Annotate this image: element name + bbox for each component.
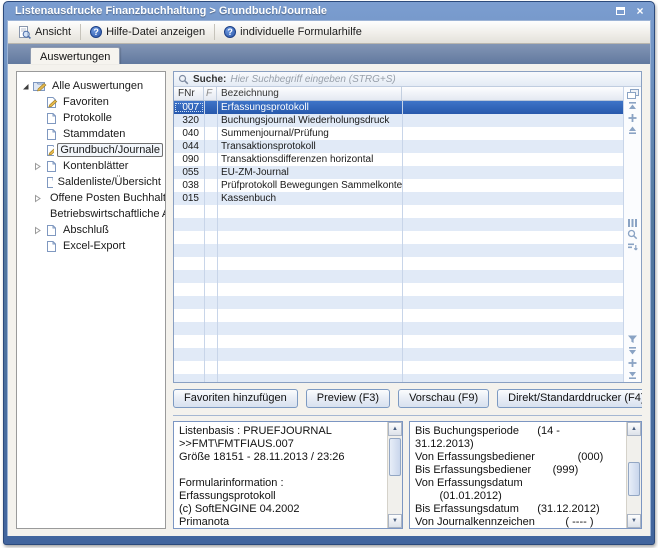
hilfe-datei-button[interactable]: ? Hilfe-Datei anzeigen [84,24,211,40]
parameter-info-text: Bis Buchungsperiode (14 - 31.12.2013) Vo… [410,422,626,528]
table-row[interactable]: 044Transaktionsprotokoll [174,140,623,153]
sidebar-item-betriebswirtschaftliche[interactable]: Betriebswirtschaftliche Auswertungen [19,206,163,222]
list-info-panel: Listenbasis : PRUEFJOURNAL >>FMT\FMTFIAU… [173,421,403,529]
table-row[interactable]: 055EU-ZM-Journal [174,166,623,179]
document-icon [45,176,53,189]
search-input[interactable] [230,74,637,85]
restore-button[interactable] [613,5,627,18]
column-chooser-icon[interactable] [626,88,640,100]
list-tool-strip [623,87,641,382]
tab-auswertungen[interactable]: Auswertungen [30,47,120,64]
document-icon [45,112,58,125]
app-window: Listenausdrucke Finanzbuchhaltung > Grun… [3,1,655,545]
scrollbar-thumb[interactable] [389,438,401,476]
document-pencil-icon [45,144,54,157]
formularhilfe-button[interactable]: ? individuelle Formularhilfe [218,24,368,40]
collapse-plus-icon[interactable] [626,357,640,369]
goto-last-icon[interactable] [626,369,640,381]
tree-collapsed-icon[interactable] [33,162,42,171]
magnifier-icon[interactable] [626,229,640,241]
close-button[interactable]: × [633,5,647,18]
tree-collapsed-icon[interactable] [33,226,42,235]
column-header-empty [402,87,623,100]
favoriten-hinzufuegen-button[interactable]: Favoriten hinzufügen [173,389,298,408]
ansicht-button[interactable]: Ansicht [12,24,77,41]
scrollbar-thumb[interactable] [628,462,640,496]
sidebar-item-alle-auswertungen[interactable]: Alle Auswertungen [19,78,163,94]
restore-icon [616,7,625,15]
expand-plus-icon[interactable] [626,112,640,124]
toolbar: Ansicht ? Hilfe-Datei anzeigen ? individ… [8,21,650,44]
document-pencil-icon [45,96,58,109]
tree-collapsed-icon[interactable] [33,194,42,203]
sidebar-item-stammdaten[interactable]: Stammdaten [19,126,163,142]
empty-rows-area [174,205,623,382]
document-icon [45,160,58,173]
report-list-panel: Suche: FNr F Bezeichnung [173,71,642,383]
column-header-bezeichnung[interactable]: Bezeichnung [217,87,402,100]
close-icon: × [636,6,643,16]
sidebar-item-excel-export[interactable]: Excel-Export [19,238,163,254]
column-header-f[interactable]: F [204,87,217,100]
toolbar-separator [80,24,81,40]
sidebar-item-offene-posten[interactable]: Offene Posten Buchhaltung [19,190,163,206]
sidebar-item-kontenblaetter[interactable]: Kontenblätter [19,158,163,174]
action-button-row: Favoriten hinzufügen Preview (F3) Vorsch… [173,383,642,409]
page-down-icon[interactable] [626,345,640,357]
vorschau-button[interactable]: Vorschau (F9) [398,389,489,408]
list-info-text: Listenbasis : PRUEFJOURNAL >>FMT\FMTFIAU… [174,422,387,528]
table-row[interactable]: 320Buchungsjournal Wiederholungsdruck [174,114,623,127]
table-row[interactable]: 038Prüfprotokoll Bewegungen Sammelkonten [174,179,623,192]
sidebar-item-protokolle[interactable]: Protokolle [19,110,163,126]
table-header: FNr F Bezeichnung [174,87,623,101]
table-rows: 007Erfassungsprotokoll 320Buchungsjourna… [174,101,623,382]
folder-pencil-icon [33,80,47,92]
document-icon [45,224,58,237]
table-row[interactable]: 090Transaktionsdifferenzen horizontal [174,153,623,166]
scroll-up-icon[interactable]: ▲ [627,422,641,436]
sidebar-item-saldenliste[interactable]: Saldenliste/Übersicht [19,174,163,190]
search-icon [178,74,189,85]
page-up-icon[interactable] [626,124,640,136]
scroll-down-icon[interactable]: ▼ [388,514,402,528]
document-icon [45,240,58,253]
direkt-standarddrucker-button[interactable]: Direkt/Standarddrucker (F4) [497,389,642,408]
goto-first-icon[interactable] [626,100,640,112]
help-icon: ? [224,26,236,38]
parameter-info-panel: Bis Buchungsperiode (14 - 31.12.2013) Vo… [409,421,642,529]
view-magnifier-icon [18,26,31,39]
scrollbar[interactable]: ▲ ▼ [387,422,402,528]
help-icon: ? [90,26,102,38]
sidebar-item-abschluss[interactable]: Abschluß [19,222,163,238]
sidebar-tree: Alle Auswertungen Favoriten Protokolle S… [16,71,166,529]
search-bar: Suche: [174,72,641,87]
scrollbar[interactable]: ▲ ▼ [626,422,641,528]
selected-tree-item: Grundbuch/Journale [57,143,163,157]
document-icon [45,128,58,141]
window-title: Listenausdrucke Finanzbuchhaltung > Grun… [15,5,613,17]
sidebar-item-grundbuch-journale[interactable]: Grundbuch/Journale [19,142,163,158]
preview-button[interactable]: Preview (F3) [306,389,390,408]
columns-view-icon[interactable] [626,217,640,229]
scroll-down-icon[interactable]: ▼ [627,514,641,528]
sort-icon[interactable] [626,241,640,253]
tab-strip: Auswertungen [8,44,650,64]
sidebar-item-favoriten[interactable]: Favoriten [19,94,163,110]
scroll-up-icon[interactable]: ▲ [388,422,402,436]
table-row-selected[interactable]: 007Erfassungsprotokoll [174,101,623,114]
search-label: Suche: [193,74,226,85]
filter-icon[interactable] [626,333,640,345]
table-row[interactable]: 015Kassenbuch [174,192,623,205]
title-bar: Listenausdrucke Finanzbuchhaltung > Grun… [7,2,651,20]
table-row[interactable]: 040Summenjournal/Prüfung [174,127,623,140]
tree-expanded-icon[interactable] [21,82,30,91]
toolbar-separator [214,24,215,40]
column-header-fnr[interactable]: FNr [174,87,204,100]
